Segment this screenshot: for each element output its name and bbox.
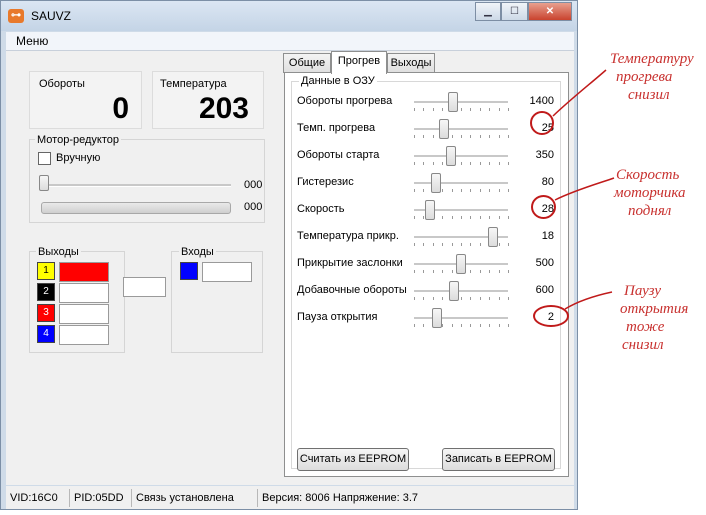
annotation-note-warmup: Температуру прогрева снизил (610, 50, 694, 104)
note2-line3: поднял (628, 203, 672, 219)
note1-line3: снизил (628, 87, 670, 103)
note3-line1: Паузу (624, 283, 662, 299)
note1-line2: прогрева (616, 69, 673, 85)
note3-line3: тоже (626, 319, 665, 335)
annotation-note-speed: Скорость моторчика поднял (614, 166, 686, 220)
annotation-note-pause: Паузу открытия тоже снизил (620, 282, 688, 354)
annotation-lines (552, 69, 615, 310)
note3-line4: снизил (622, 337, 664, 353)
note3-line2: открытия (620, 301, 689, 317)
tab-warmup[interactable]: Прогрев (331, 51, 387, 74)
note1-line1: Температуру (610, 51, 694, 67)
note2-line2: моторчика (614, 185, 686, 201)
note2-line1: Скорость (616, 167, 680, 183)
